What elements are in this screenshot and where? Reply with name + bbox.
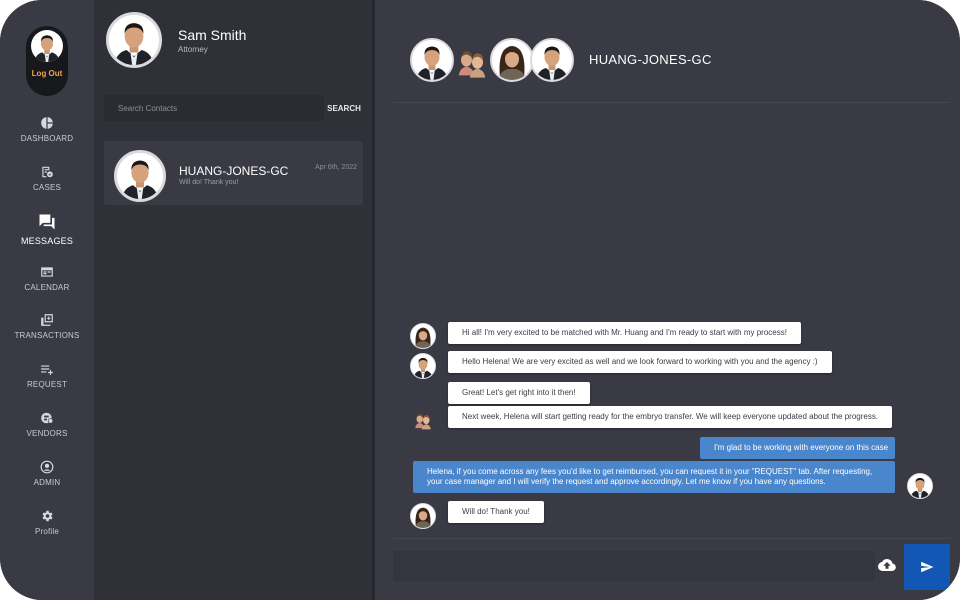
user-avatar [106, 12, 162, 68]
search-contacts-input[interactable] [104, 95, 324, 121]
divider [393, 102, 950, 103]
account-circle-icon [40, 460, 54, 474]
member-avatar [530, 38, 574, 82]
cloud-upload-icon [878, 558, 896, 571]
sidebar-item-label: VENDORS [26, 429, 68, 438]
sender-avatar [410, 406, 436, 432]
message-bubble: Hello Helena! We are very excited as wel… [448, 351, 832, 373]
sidebar-item-label: CASES [32, 183, 62, 192]
user-name: Sam Smith [178, 27, 247, 43]
chat-title: HUANG-JONES-GC [589, 52, 712, 67]
sidebar-item-label: CALENDAR [24, 283, 70, 292]
message-bubble: Will do! Thank you! [448, 501, 544, 523]
sidebar-item-dashboard[interactable]: DASHBOARD [0, 116, 94, 156]
contact-name: HUANG-JONES-GC [179, 164, 289, 178]
group-avatars [410, 38, 580, 82]
sidebar-item-transactions[interactable]: TRANSACTIONS [0, 313, 94, 353]
message-bubble: I'm glad to be working with everyone on … [700, 437, 895, 459]
sidebar-item-label: Profile [34, 527, 60, 536]
calendar-icon [41, 267, 53, 277]
sidebar-item-profile[interactable]: Profile [0, 509, 94, 549]
logout-button[interactable]: Log Out [26, 26, 68, 96]
member-avatar [490, 38, 534, 82]
contacts-panel: Sam Smith Attorney SEARCH HUANG-JONES-GC… [94, 0, 372, 600]
sidebar-item-label: TRANSACTIONS [14, 331, 80, 340]
sidebar-item-messages[interactable]: MESSAGES [0, 212, 94, 252]
sidebar-item-label: MESSAGES [20, 236, 74, 246]
sidebar-item-admin[interactable]: ADMIN [0, 460, 94, 500]
sender-avatar [907, 473, 933, 499]
contact-list-item[interactable]: HUANG-JONES-GC Will do! Thank you! Apr 6… [104, 141, 363, 205]
vendors-icon [41, 412, 54, 424]
message-bubble: Helena, if you come across any fees you'… [413, 461, 895, 493]
pie-chart-icon [41, 117, 53, 129]
contact-last-message: Will do! Thank you! [179, 179, 239, 186]
sender-avatar [410, 353, 436, 379]
message-bubble: Hi all! I'm very excited to be matched w… [448, 322, 801, 344]
send-icon [921, 561, 934, 573]
sidebar: Log Out DASHBOARD CASES MESSAGES CALENDA… [0, 0, 94, 600]
sidebar-item-label: DASHBOARD [20, 134, 74, 143]
contact-date: Apr 6th, 2022 [314, 164, 357, 171]
send-button[interactable] [904, 544, 950, 590]
search-button[interactable]: SEARCH [326, 95, 362, 121]
app-window: Log Out DASHBOARD CASES MESSAGES CALENDA… [0, 0, 960, 600]
member-avatar [410, 38, 454, 82]
user-avatar [31, 30, 63, 62]
playlist-add-icon [41, 365, 53, 375]
sender-avatar [410, 503, 436, 529]
contact-avatar [114, 150, 166, 202]
user-role: Attorney [178, 45, 208, 54]
logout-label: Log Out [31, 69, 63, 78]
chat-panel: HUANG-JONES-GC Hi all! I'm very excited … [375, 0, 960, 600]
sidebar-item-request[interactable]: REQUEST [0, 362, 94, 402]
sidebar-item-label: REQUEST [26, 380, 68, 389]
divider [393, 538, 950, 539]
gear-icon [42, 510, 53, 522]
sidebar-item-cases[interactable]: CASES [0, 165, 94, 205]
sidebar-item-vendors[interactable]: VENDORS [0, 411, 94, 451]
message-bubble: Great! Let's get right into it then! [448, 382, 590, 404]
upload-button[interactable] [878, 557, 900, 577]
message-input[interactable] [393, 551, 875, 581]
message-bubble: Next week, Helena will start getting rea… [448, 406, 893, 428]
member-avatar [450, 38, 494, 82]
sidebar-item-calendar[interactable]: CALENDAR [0, 265, 94, 305]
cases-icon [42, 166, 53, 178]
sender-avatar [410, 323, 436, 349]
transactions-icon [41, 314, 53, 326]
chat-bubbles-icon [39, 214, 55, 230]
sidebar-item-label: ADMIN [33, 478, 61, 487]
